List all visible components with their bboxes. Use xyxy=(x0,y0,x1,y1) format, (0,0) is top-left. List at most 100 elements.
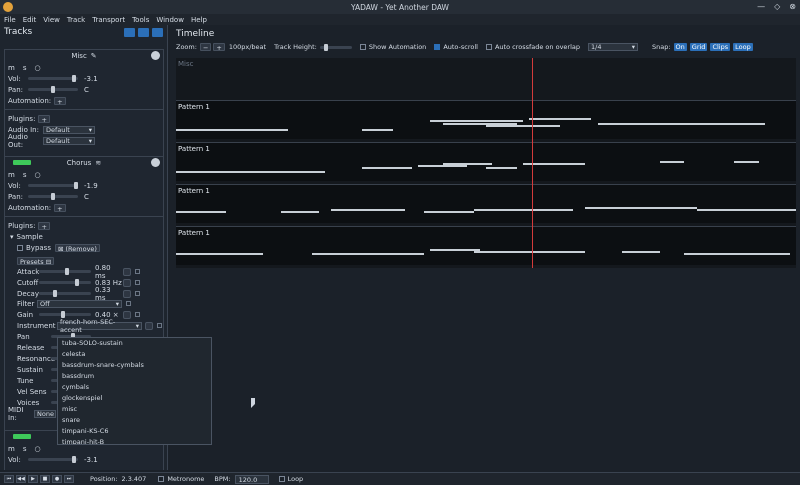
playhead[interactable] xyxy=(532,58,533,268)
gear-icon[interactable] xyxy=(151,158,160,167)
auto-crossfade-checkbox[interactable] xyxy=(485,44,492,50)
bpm-input[interactable]: 120.0 xyxy=(234,474,269,484)
view-button-3[interactable] xyxy=(152,27,163,37)
pattern-lane[interactable]: Pattern 1 xyxy=(176,100,796,139)
reset-icon[interactable] xyxy=(123,289,131,298)
instrument-select[interactable]: french-horn-SEC-accent ▾ xyxy=(57,318,142,334)
filter-select[interactable]: Off ▾ xyxy=(37,299,122,308)
menu-track[interactable]: Track xyxy=(67,16,85,24)
dropdown-item[interactable]: glockenspiel xyxy=(58,393,211,404)
pan-slider[interactable] xyxy=(28,193,78,200)
play-icon[interactable]: ▶ xyxy=(28,475,38,483)
dropdown-item[interactable]: snare xyxy=(58,415,211,426)
snap-on-button[interactable]: On xyxy=(673,43,687,51)
presets-button[interactable]: Presets ⊟ xyxy=(17,256,55,266)
gear-icon[interactable] xyxy=(151,51,160,60)
menu-file[interactable]: File xyxy=(4,16,16,24)
stop-icon[interactable]: ■ xyxy=(40,475,50,483)
snap-grid-button[interactable]: Grid xyxy=(689,43,708,51)
minimize-icon[interactable]: — xyxy=(757,2,765,12)
reset-icon[interactable] xyxy=(123,278,131,287)
param-label: Cutoff xyxy=(17,278,39,287)
maximize-icon[interactable]: ◇ xyxy=(774,2,780,12)
remove-plugin-button[interactable]: ⊠ (Remove) xyxy=(54,243,100,253)
show-automation-checkbox[interactable] xyxy=(359,44,366,50)
bypass-checkbox[interactable] xyxy=(17,244,23,251)
mute-button[interactable]: m xyxy=(8,445,15,453)
skip-back-icon[interactable]: ⏮ xyxy=(4,475,14,483)
snap-clips-button[interactable]: Clips xyxy=(710,43,731,51)
dropdown-item[interactable]: cymbals xyxy=(58,382,211,393)
add-plugin-button[interactable]: + xyxy=(38,221,50,231)
param-slider[interactable] xyxy=(39,268,91,275)
dropdown-item[interactable]: misc xyxy=(58,404,211,415)
menu-view[interactable]: View xyxy=(43,16,60,24)
menu-transport[interactable]: Transport xyxy=(92,16,125,24)
dropdown-item[interactable]: timpani-hit-B xyxy=(58,437,211,444)
dropdown-item[interactable]: bassdrum xyxy=(58,371,211,382)
instrument-automation-toggle[interactable] xyxy=(157,323,162,328)
add-automation-button[interactable]: + xyxy=(54,96,66,106)
param-slider[interactable] xyxy=(39,279,91,286)
param-slider[interactable] xyxy=(39,290,91,297)
expand-arrow-icon[interactable]: ▾ xyxy=(10,233,14,241)
menu-edit[interactable]: Edit xyxy=(23,16,37,24)
record-arm-icon[interactable]: ○ xyxy=(34,445,40,453)
track-color-swatch[interactable] xyxy=(13,160,31,165)
instrument-reset-icon[interactable] xyxy=(145,321,153,330)
close-icon[interactable]: ⊗ xyxy=(789,2,796,12)
volume-slider[interactable] xyxy=(28,75,78,82)
menu-tools[interactable]: Tools xyxy=(132,16,149,24)
zoom-out-button[interactable]: − xyxy=(199,43,212,52)
solo-button[interactable]: s xyxy=(23,445,27,453)
mute-button[interactable]: m xyxy=(8,64,15,72)
pattern-lane[interactable]: Pattern 1 xyxy=(176,226,796,265)
automation-toggle[interactable] xyxy=(135,269,140,274)
timeline-area[interactable]: Misc Pattern 1 Pattern 1 Pattern 1 Pattern … xyxy=(176,58,796,268)
pattern-lane[interactable]: Pattern 1 xyxy=(176,142,796,181)
track-name[interactable]: Chorus xyxy=(67,159,92,167)
track-color-swatch[interactable] xyxy=(13,434,31,439)
menu-window[interactable]: Window xyxy=(156,16,184,24)
add-plugin-button[interactable]: + xyxy=(38,114,50,124)
menu-help[interactable]: Help xyxy=(191,16,207,24)
volume-slider[interactable] xyxy=(28,182,78,189)
record-arm-icon[interactable]: ○ xyxy=(34,171,40,179)
add-automation-button[interactable]: + xyxy=(54,203,66,213)
automation-toggle[interactable] xyxy=(135,280,140,285)
add-track-button[interactable] xyxy=(124,27,135,37)
record-arm-icon[interactable]: ○ xyxy=(34,64,40,72)
record-icon[interactable]: ● xyxy=(52,475,62,483)
filter-automation-toggle[interactable] xyxy=(126,301,131,306)
lane-misc[interactable]: Misc xyxy=(176,58,796,99)
loop-checkbox[interactable] xyxy=(278,476,285,482)
dropdown-item[interactable]: bassdrum-snare-cymbals xyxy=(58,360,211,371)
quantize-select[interactable]: 1/4 ▾ xyxy=(588,43,638,51)
auto-scroll-checkbox[interactable] xyxy=(434,44,441,50)
track-name[interactable]: Misc xyxy=(71,52,86,60)
volume-slider[interactable] xyxy=(28,456,78,463)
view-button-2[interactable] xyxy=(138,27,149,37)
zoom-in-button[interactable]: + xyxy=(213,43,225,52)
skip-forward-icon[interactable]: ⏭ xyxy=(64,475,74,483)
dropdown-item[interactable]: timpani-KS-C6 xyxy=(58,426,211,437)
pattern-lane[interactable]: Pattern 1 xyxy=(176,184,796,223)
reset-icon[interactable] xyxy=(123,267,131,276)
automation-toggle[interactable] xyxy=(135,291,140,296)
audio-in-select[interactable]: Default ▾ xyxy=(43,125,95,134)
audio-out-select[interactable]: Default ▾ xyxy=(43,136,95,145)
rewind-icon[interactable]: ◀◀ xyxy=(16,475,26,483)
metronome-checkbox[interactable] xyxy=(158,476,165,482)
solo-button[interactable]: s xyxy=(23,171,27,179)
dropdown-item[interactable]: celesta xyxy=(58,349,211,360)
mute-button[interactable]: m xyxy=(8,171,15,179)
track-height-slider[interactable] xyxy=(319,43,352,51)
solo-button[interactable]: s xyxy=(23,64,27,72)
dropdown-item[interactable]: tuba-SOLO-sustain xyxy=(58,338,211,349)
automation-toggle[interactable] xyxy=(135,312,140,317)
edit-icon[interactable]: ✎ xyxy=(91,52,97,60)
param-slider[interactable] xyxy=(39,311,91,318)
pan-slider[interactable] xyxy=(28,86,78,93)
snap-loop-button[interactable]: Loop xyxy=(733,43,753,51)
midi-in-select[interactable]: None xyxy=(34,409,56,418)
